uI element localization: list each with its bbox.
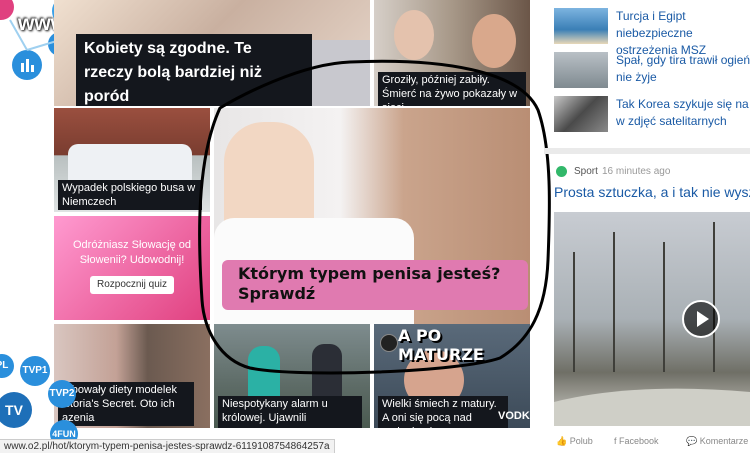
news-thumbnail — [554, 96, 608, 132]
tv-badge-tvp1[interactable]: TVP1 — [20, 356, 50, 386]
news-item[interactable]: Turcja i Egipt niebezpieczne ostrzeżenia… — [554, 8, 750, 57]
news-thumbnail — [554, 8, 608, 44]
like-label: Polub — [569, 436, 593, 446]
news-title: Tak Korea szykuje się na w zdjęć satelit… — [616, 97, 749, 128]
news-item[interactable]: Tak Korea szykuje się na w zdjęć satelit… — [554, 96, 750, 136]
video-title[interactable]: Prosta sztuczka, a i tak nie wyszła — [554, 184, 750, 200]
news-thumbnail — [554, 52, 608, 88]
status-bar-url: www.o2.pl/hot/ktorym-typem-penisa-jestes… — [0, 439, 335, 453]
trees-shape — [554, 222, 750, 426]
divider — [544, 148, 750, 154]
comments-label: Komentarze — [699, 436, 749, 446]
video-category-icon — [556, 166, 567, 177]
news-title: Spał, gdy tira trawił ogień. nie żyje — [616, 53, 750, 84]
comments-button[interactable]: 💬 Komentarze — [686, 436, 748, 447]
video-player[interactable] — [554, 212, 750, 426]
video-category[interactable]: Sport — [574, 166, 598, 177]
facebook-label: Facebook — [619, 436, 659, 446]
marker-outline — [198, 59, 551, 375]
facebook-button[interactable]: f Facebook — [614, 436, 659, 446]
tv-badge-tvp2[interactable]: TVP2 — [48, 380, 76, 408]
play-icon[interactable] — [682, 300, 720, 338]
news-item[interactable]: Spał, gdy tira trawił ogień. nie żyje — [554, 52, 750, 92]
like-button[interactable]: 👍 Polub — [556, 436, 593, 447]
video-time: 16 minutes ago — [602, 166, 671, 177]
